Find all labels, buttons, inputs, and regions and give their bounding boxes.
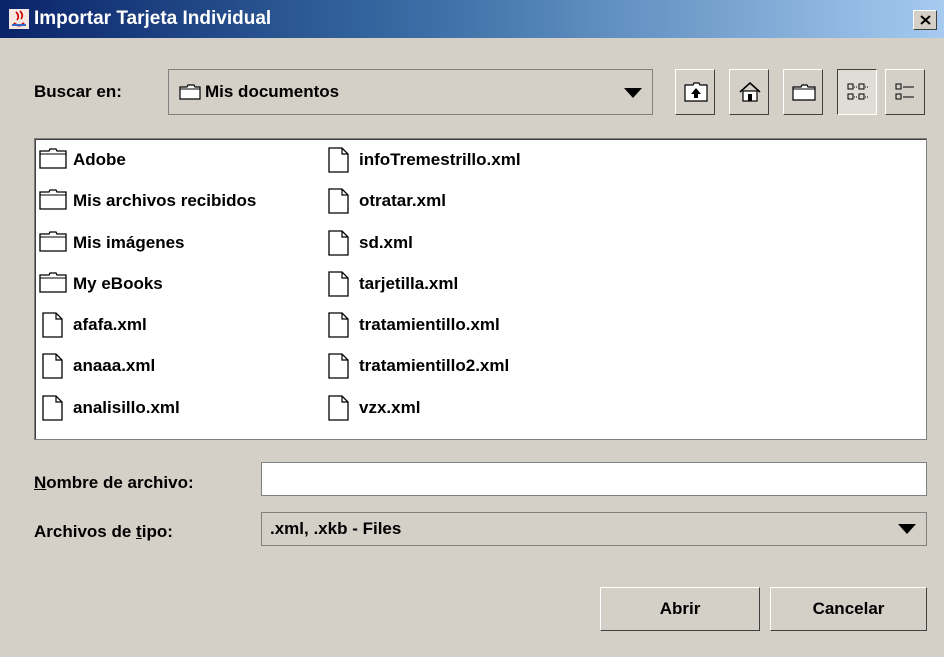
title-bar: Importar Tarjeta Individual [0,0,944,38]
chevron-down-icon [624,88,642,98]
open-button[interactable]: Abrir [600,587,760,631]
folder-icon [179,84,201,100]
look-in-combo[interactable]: Mis documentos [168,69,653,115]
details-view-button[interactable] [885,69,925,115]
chevron-down-icon [898,524,916,534]
folder-icon [39,230,67,252]
file-icon [328,271,349,297]
item-name: tratamientillo2.xml [359,356,510,376]
item-name: Adobe [73,150,126,169]
list-view-button[interactable] [837,69,877,115]
file-icon [328,147,349,173]
file-icon [328,312,349,338]
home-icon [739,82,761,102]
item-name: tratamientillo.xml [359,315,500,335]
look-in-label: Buscar en: [34,82,122,101]
folder-icon [39,272,67,293]
file-icon [42,353,63,380]
look-in-value: Mis documentos [205,82,340,101]
item-name: Mis archivos recibidos [73,191,257,211]
file-type-combo[interactable]: .xml, .xkb - Files [261,512,927,546]
item-name: infoTremestrillo.xml [359,150,521,169]
item-name: sd.xml [359,232,413,252]
new-folder-button[interactable] [783,69,823,115]
file-icon [328,353,349,380]
item-name: tarjetilla.xml [359,273,459,293]
file-list[interactable]: Adobe Mis archivos recibidos Mis imágenes M… [34,138,927,440]
cancel-button[interactable]: Cancelar [770,587,927,631]
item-name: Mis imágenes [73,232,185,252]
file-type-label: Archivos de tipo: [34,522,173,541]
file-icon [328,229,349,256]
item-name: anaaa.xml [73,356,156,376]
details-view-icon [895,83,914,100]
import-dialog: Importar Tarjeta Individual Buscar en: M… [0,0,944,657]
item-name: vzx.xml [359,397,421,417]
file-icon [42,312,63,338]
folder-icon [39,189,67,210]
file-type-value: .xml, .xkb - Files [270,519,402,538]
file-name-input[interactable] [261,462,927,496]
item-name: otratar.xml [359,191,446,211]
file-name-label: Nombre de archivo: [34,473,194,492]
home-button[interactable] [729,69,769,115]
file-icon [42,395,63,421]
item-name: analisillo.xml [73,397,180,417]
new-folder-icon [792,84,816,101]
up-one-level-button[interactable] [675,69,715,115]
window-title: Importar Tarjeta Individual [34,8,272,29]
java-app-icon [9,9,29,29]
close-button[interactable] [913,10,937,30]
file-icon [328,395,349,421]
up-folder-icon [684,82,708,102]
file-icon [328,188,349,214]
list-view-icon [847,83,868,100]
folder-icon [39,148,67,169]
close-icon [920,15,931,25]
item-name: afafa.xml [73,315,147,335]
item-name: My eBooks [73,273,163,293]
